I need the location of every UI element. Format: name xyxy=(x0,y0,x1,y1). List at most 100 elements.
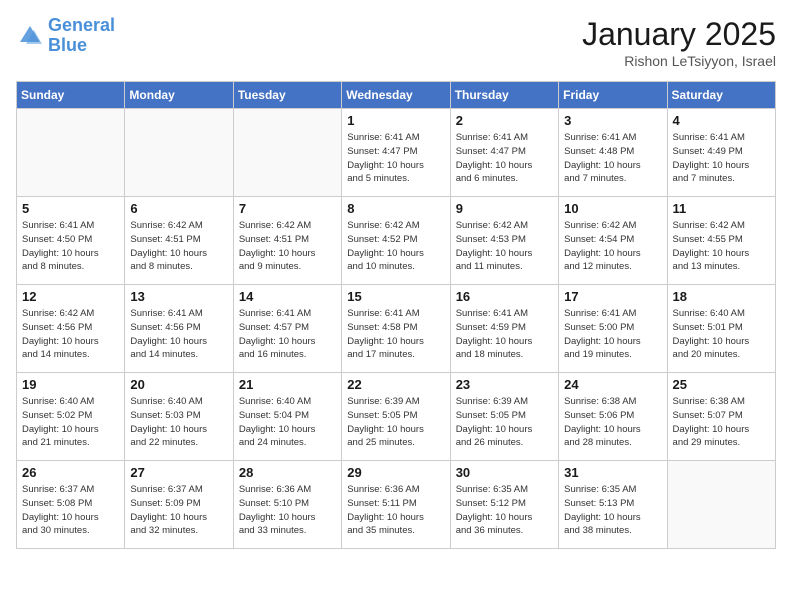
calendar-cell: 8Sunrise: 6:42 AM Sunset: 4:52 PM Daylig… xyxy=(342,197,450,285)
logo-line2: Blue xyxy=(48,35,87,55)
day-number: 22 xyxy=(347,377,444,392)
day-number: 18 xyxy=(673,289,770,304)
logo-text: General Blue xyxy=(48,16,115,56)
day-info: Sunrise: 6:41 AM Sunset: 4:56 PM Dayligh… xyxy=(130,307,227,362)
day-info: Sunrise: 6:41 AM Sunset: 4:49 PM Dayligh… xyxy=(673,131,770,186)
calendar-cell: 7 Sunrise: 6:42 AM Sunset: 4:51 PM Daylig… xyxy=(233,197,341,285)
calendar-cell: 26 Sunrise: 6:37 AM Sunset: 5:08 PM Dayli… xyxy=(17,461,125,549)
calendar-cell: 25Sunrise: 6:38 AM Sunset: 5:07 PM Dayli… xyxy=(667,373,775,461)
week-row-2: 12Sunrise: 6:42 AM Sunset: 4:56 PM Dayli… xyxy=(17,285,776,373)
calendar-cell: 3 Sunrise: 6:41 AM Sunset: 4:48 PM Daylig… xyxy=(559,109,667,197)
day-info: Sunrise: 6:41 AM Sunset: 4:48 PM Dayligh… xyxy=(564,131,661,186)
day-number: 3 xyxy=(564,113,661,128)
day-info: Sunrise: 6:41 AM Sunset: 4:47 PM Dayligh… xyxy=(456,131,553,186)
day-number: 28 xyxy=(239,465,336,480)
calendar-cell xyxy=(125,109,233,197)
day-info: Sunrise: 6:42 AM Sunset: 4:52 PM Dayligh… xyxy=(347,219,444,274)
month-title: January 2025 xyxy=(582,16,776,53)
day-info: Sunrise: 6:35 AM Sunset: 5:12 PM Dayligh… xyxy=(456,483,553,538)
day-number: 12 xyxy=(22,289,119,304)
day-header-saturday: Saturday xyxy=(667,82,775,109)
calendar-cell: 5Sunrise: 6:41 AM Sunset: 4:50 PM Daylig… xyxy=(17,197,125,285)
day-number: 27 xyxy=(130,465,227,480)
day-info: Sunrise: 6:40 AM Sunset: 5:04 PM Dayligh… xyxy=(239,395,336,450)
calendar-cell xyxy=(667,461,775,549)
day-info: Sunrise: 6:42 AM Sunset: 4:53 PM Dayligh… xyxy=(456,219,553,274)
day-info: Sunrise: 6:35 AM Sunset: 5:13 PM Dayligh… xyxy=(564,483,661,538)
day-number: 24 xyxy=(564,377,661,392)
logo-icon xyxy=(16,22,44,50)
day-info: Sunrise: 6:40 AM Sunset: 5:03 PM Dayligh… xyxy=(130,395,227,450)
day-number: 2 xyxy=(456,113,553,128)
day-header-thursday: Thursday xyxy=(450,82,558,109)
title-block: January 2025 Rishon LeTsiyyon, Israel xyxy=(582,16,776,69)
day-number: 25 xyxy=(673,377,770,392)
calendar-cell: 31Sunrise: 6:35 AM Sunset: 5:13 PM Dayli… xyxy=(559,461,667,549)
day-number: 15 xyxy=(347,289,444,304)
calendar-cell: 22 Sunrise: 6:39 AM Sunset: 5:05 PM Dayli… xyxy=(342,373,450,461)
day-info: Sunrise: 6:36 AM Sunset: 5:10 PM Dayligh… xyxy=(239,483,336,538)
day-number: 1 xyxy=(347,113,444,128)
calendar-cell: 21 Sunrise: 6:40 AM Sunset: 5:04 PM Dayli… xyxy=(233,373,341,461)
calendar-cell xyxy=(17,109,125,197)
calendar-cell: 16Sunrise: 6:41 AM Sunset: 4:59 PM Dayli… xyxy=(450,285,558,373)
day-header-tuesday: Tuesday xyxy=(233,82,341,109)
calendar-cell: 19 Sunrise: 6:40 AM Sunset: 5:02 PM Dayli… xyxy=(17,373,125,461)
location-subtitle: Rishon LeTsiyyon, Israel xyxy=(582,53,776,69)
week-row-0: 1 Sunrise: 6:41 AM Sunset: 4:47 PM Daylig… xyxy=(17,109,776,197)
calendar-cell: 24 Sunrise: 6:38 AM Sunset: 5:06 PM Dayli… xyxy=(559,373,667,461)
logo: General Blue xyxy=(16,16,115,56)
calendar-cell: 1 Sunrise: 6:41 AM Sunset: 4:47 PM Daylig… xyxy=(342,109,450,197)
calendar-cell: 6 Sunrise: 6:42 AM Sunset: 4:51 PM Daylig… xyxy=(125,197,233,285)
day-info: Sunrise: 6:42 AM Sunset: 4:51 PM Dayligh… xyxy=(130,219,227,274)
day-info: Sunrise: 6:41 AM Sunset: 5:00 PM Dayligh… xyxy=(564,307,661,362)
day-header-sunday: Sunday xyxy=(17,82,125,109)
calendar-header-row: SundayMondayTuesdayWednesdayThursdayFrid… xyxy=(17,82,776,109)
day-info: Sunrise: 6:39 AM Sunset: 5:05 PM Dayligh… xyxy=(456,395,553,450)
day-number: 23 xyxy=(456,377,553,392)
day-number: 20 xyxy=(130,377,227,392)
day-info: Sunrise: 6:39 AM Sunset: 5:05 PM Dayligh… xyxy=(347,395,444,450)
calendar-cell: 30Sunrise: 6:35 AM Sunset: 5:12 PM Dayli… xyxy=(450,461,558,549)
day-info: Sunrise: 6:42 AM Sunset: 4:54 PM Dayligh… xyxy=(564,219,661,274)
day-info: Sunrise: 6:40 AM Sunset: 5:02 PM Dayligh… xyxy=(22,395,119,450)
page-header: General Blue January 2025 Rishon LeTsiyy… xyxy=(16,16,776,69)
day-info: Sunrise: 6:38 AM Sunset: 5:06 PM Dayligh… xyxy=(564,395,661,450)
week-row-3: 19 Sunrise: 6:40 AM Sunset: 5:02 PM Dayli… xyxy=(17,373,776,461)
calendar-cell: 28 Sunrise: 6:36 AM Sunset: 5:10 PM Dayli… xyxy=(233,461,341,549)
day-number: 21 xyxy=(239,377,336,392)
calendar-cell: 9 Sunrise: 6:42 AM Sunset: 4:53 PM Daylig… xyxy=(450,197,558,285)
day-info: Sunrise: 6:42 AM Sunset: 4:51 PM Dayligh… xyxy=(239,219,336,274)
day-info: Sunrise: 6:40 AM Sunset: 5:01 PM Dayligh… xyxy=(673,307,770,362)
calendar-cell: 11 Sunrise: 6:42 AM Sunset: 4:55 PM Dayli… xyxy=(667,197,775,285)
day-number: 4 xyxy=(673,113,770,128)
day-info: Sunrise: 6:41 AM Sunset: 4:47 PM Dayligh… xyxy=(347,131,444,186)
day-number: 7 xyxy=(239,201,336,216)
day-header-wednesday: Wednesday xyxy=(342,82,450,109)
calendar-cell: 29Sunrise: 6:36 AM Sunset: 5:11 PM Dayli… xyxy=(342,461,450,549)
day-number: 17 xyxy=(564,289,661,304)
day-number: 26 xyxy=(22,465,119,480)
day-number: 9 xyxy=(456,201,553,216)
logo-line1: General xyxy=(48,15,115,35)
day-info: Sunrise: 6:37 AM Sunset: 5:09 PM Dayligh… xyxy=(130,483,227,538)
week-row-1: 5Sunrise: 6:41 AM Sunset: 4:50 PM Daylig… xyxy=(17,197,776,285)
calendar-cell: 20 Sunrise: 6:40 AM Sunset: 5:03 PM Dayli… xyxy=(125,373,233,461)
day-number: 19 xyxy=(22,377,119,392)
calendar-cell: 15 Sunrise: 6:41 AM Sunset: 4:58 PM Dayli… xyxy=(342,285,450,373)
day-number: 5 xyxy=(22,201,119,216)
day-info: Sunrise: 6:42 AM Sunset: 4:55 PM Dayligh… xyxy=(673,219,770,274)
day-info: Sunrise: 6:41 AM Sunset: 4:58 PM Dayligh… xyxy=(347,307,444,362)
day-number: 29 xyxy=(347,465,444,480)
day-header-monday: Monday xyxy=(125,82,233,109)
day-number: 11 xyxy=(673,201,770,216)
day-info: Sunrise: 6:37 AM Sunset: 5:08 PM Dayligh… xyxy=(22,483,119,538)
day-info: Sunrise: 6:41 AM Sunset: 4:57 PM Dayligh… xyxy=(239,307,336,362)
day-number: 6 xyxy=(130,201,227,216)
calendar-table: SundayMondayTuesdayWednesdayThursdayFrid… xyxy=(16,81,776,549)
day-header-friday: Friday xyxy=(559,82,667,109)
week-row-4: 26 Sunrise: 6:37 AM Sunset: 5:08 PM Dayli… xyxy=(17,461,776,549)
day-info: Sunrise: 6:41 AM Sunset: 4:59 PM Dayligh… xyxy=(456,307,553,362)
calendar-cell: 13Sunrise: 6:41 AM Sunset: 4:56 PM Dayli… xyxy=(125,285,233,373)
calendar-cell: 4 Sunrise: 6:41 AM Sunset: 4:49 PM Daylig… xyxy=(667,109,775,197)
